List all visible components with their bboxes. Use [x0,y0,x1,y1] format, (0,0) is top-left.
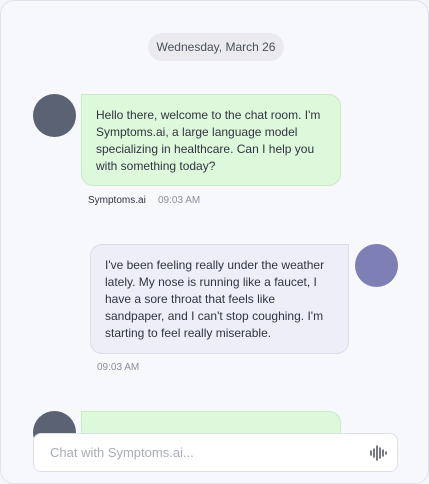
bot-message-bubble: Hello there, welcome to the chat room. I… [81,94,341,186]
chat-window: Wednesday, March 26 Hello there, welcome… [0,0,429,484]
bot-avatar[interactable] [33,94,76,137]
bot-message-time: 09:03 AM [158,195,201,206]
user-message-bubble: I've been feeling really under the weath… [90,244,349,354]
date-separator: Wednesday, March 26 [148,33,284,61]
user-message-time: 09:03 AM [97,362,140,373]
user-avatar[interactable] [355,244,398,287]
chat-input[interactable] [50,434,360,471]
audio-waveform-icon[interactable] [369,444,387,462]
chat-composer [33,433,398,472]
bot-sender-name: Symptoms.ai [88,195,146,206]
